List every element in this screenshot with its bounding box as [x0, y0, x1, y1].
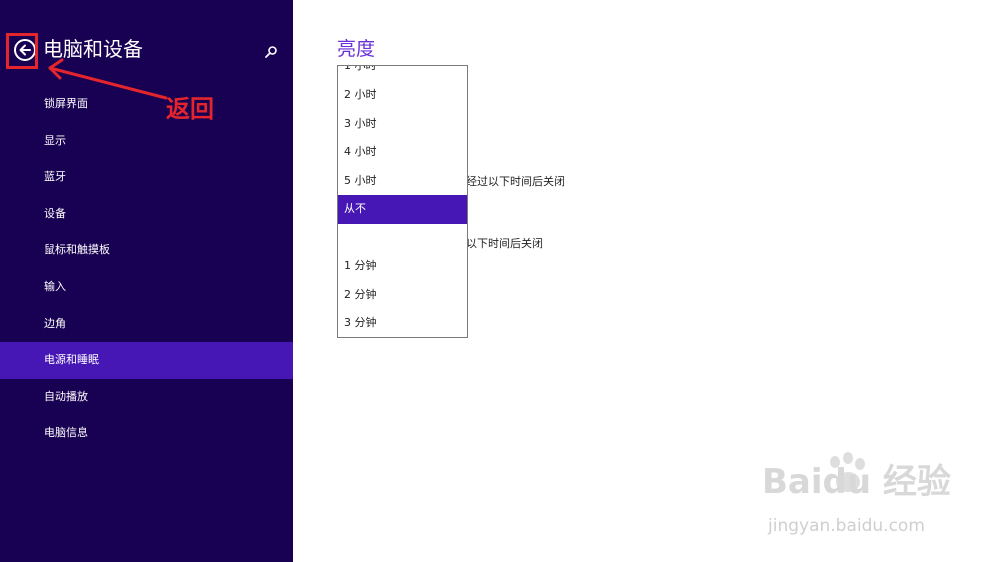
timeout-dropdown-list[interactable]: 1 小时 2 小时 3 小时 4 小时 5 小时 从不 1 分钟 2 分钟 3 …: [337, 65, 468, 338]
section-title-brightness: 亮度: [337, 38, 376, 60]
sidebar-item-typing[interactable]: 输入: [0, 269, 293, 306]
sleep-label: 以下时间后关闭: [466, 237, 543, 250]
dropdown-option[interactable]: 5 小时: [338, 167, 467, 196]
dropdown-option[interactable]: 3 分钟: [338, 309, 467, 337]
dropdown-option[interactable]: 3 小时: [338, 110, 467, 139]
dropdown-option[interactable]: 2 小时: [338, 81, 467, 110]
sidebar-item-mouse-touchpad[interactable]: 鼠标和触摸板: [0, 232, 293, 269]
sidebar-item-devices[interactable]: 设备: [0, 196, 293, 233]
annotation-highlight-box: [6, 33, 38, 69]
sidebar-item-power-sleep[interactable]: 电源和睡眠: [0, 342, 293, 379]
dropdown-option-selected[interactable]: 从不: [338, 195, 467, 224]
screen-off-label: 经过以下时间后关闭: [466, 175, 565, 188]
dropdown-separator: [338, 224, 467, 253]
dropdown-option[interactable]: 2 分钟: [338, 281, 467, 310]
sidebar-nav: 锁屏界面 显示 蓝牙 设备 鼠标和触摸板 输入 边角 电源和睡眠 自动播放 电脑…: [0, 86, 293, 452]
sidebar-item-display[interactable]: 显示: [0, 123, 293, 160]
dropdown-option[interactable]: 1 小时: [338, 66, 467, 81]
annotation-arrow-icon: [48, 58, 168, 100]
sidebar-item-bluetooth[interactable]: 蓝牙: [0, 159, 293, 196]
watermark-logo: Baidu 经验: [762, 462, 951, 502]
sidebar-item-autoplay[interactable]: 自动播放: [0, 379, 293, 416]
watermark-url: jingyan.baidu.com: [768, 516, 925, 536]
sidebar-item-pc-info[interactable]: 电脑信息: [0, 415, 293, 452]
sidebar-item-corners[interactable]: 边角: [0, 306, 293, 343]
search-icon[interactable]: [264, 44, 278, 58]
dropdown-option[interactable]: 1 分钟: [338, 252, 467, 281]
dropdown-option[interactable]: 4 小时: [338, 138, 467, 167]
annotation-label: 返回: [166, 95, 214, 123]
